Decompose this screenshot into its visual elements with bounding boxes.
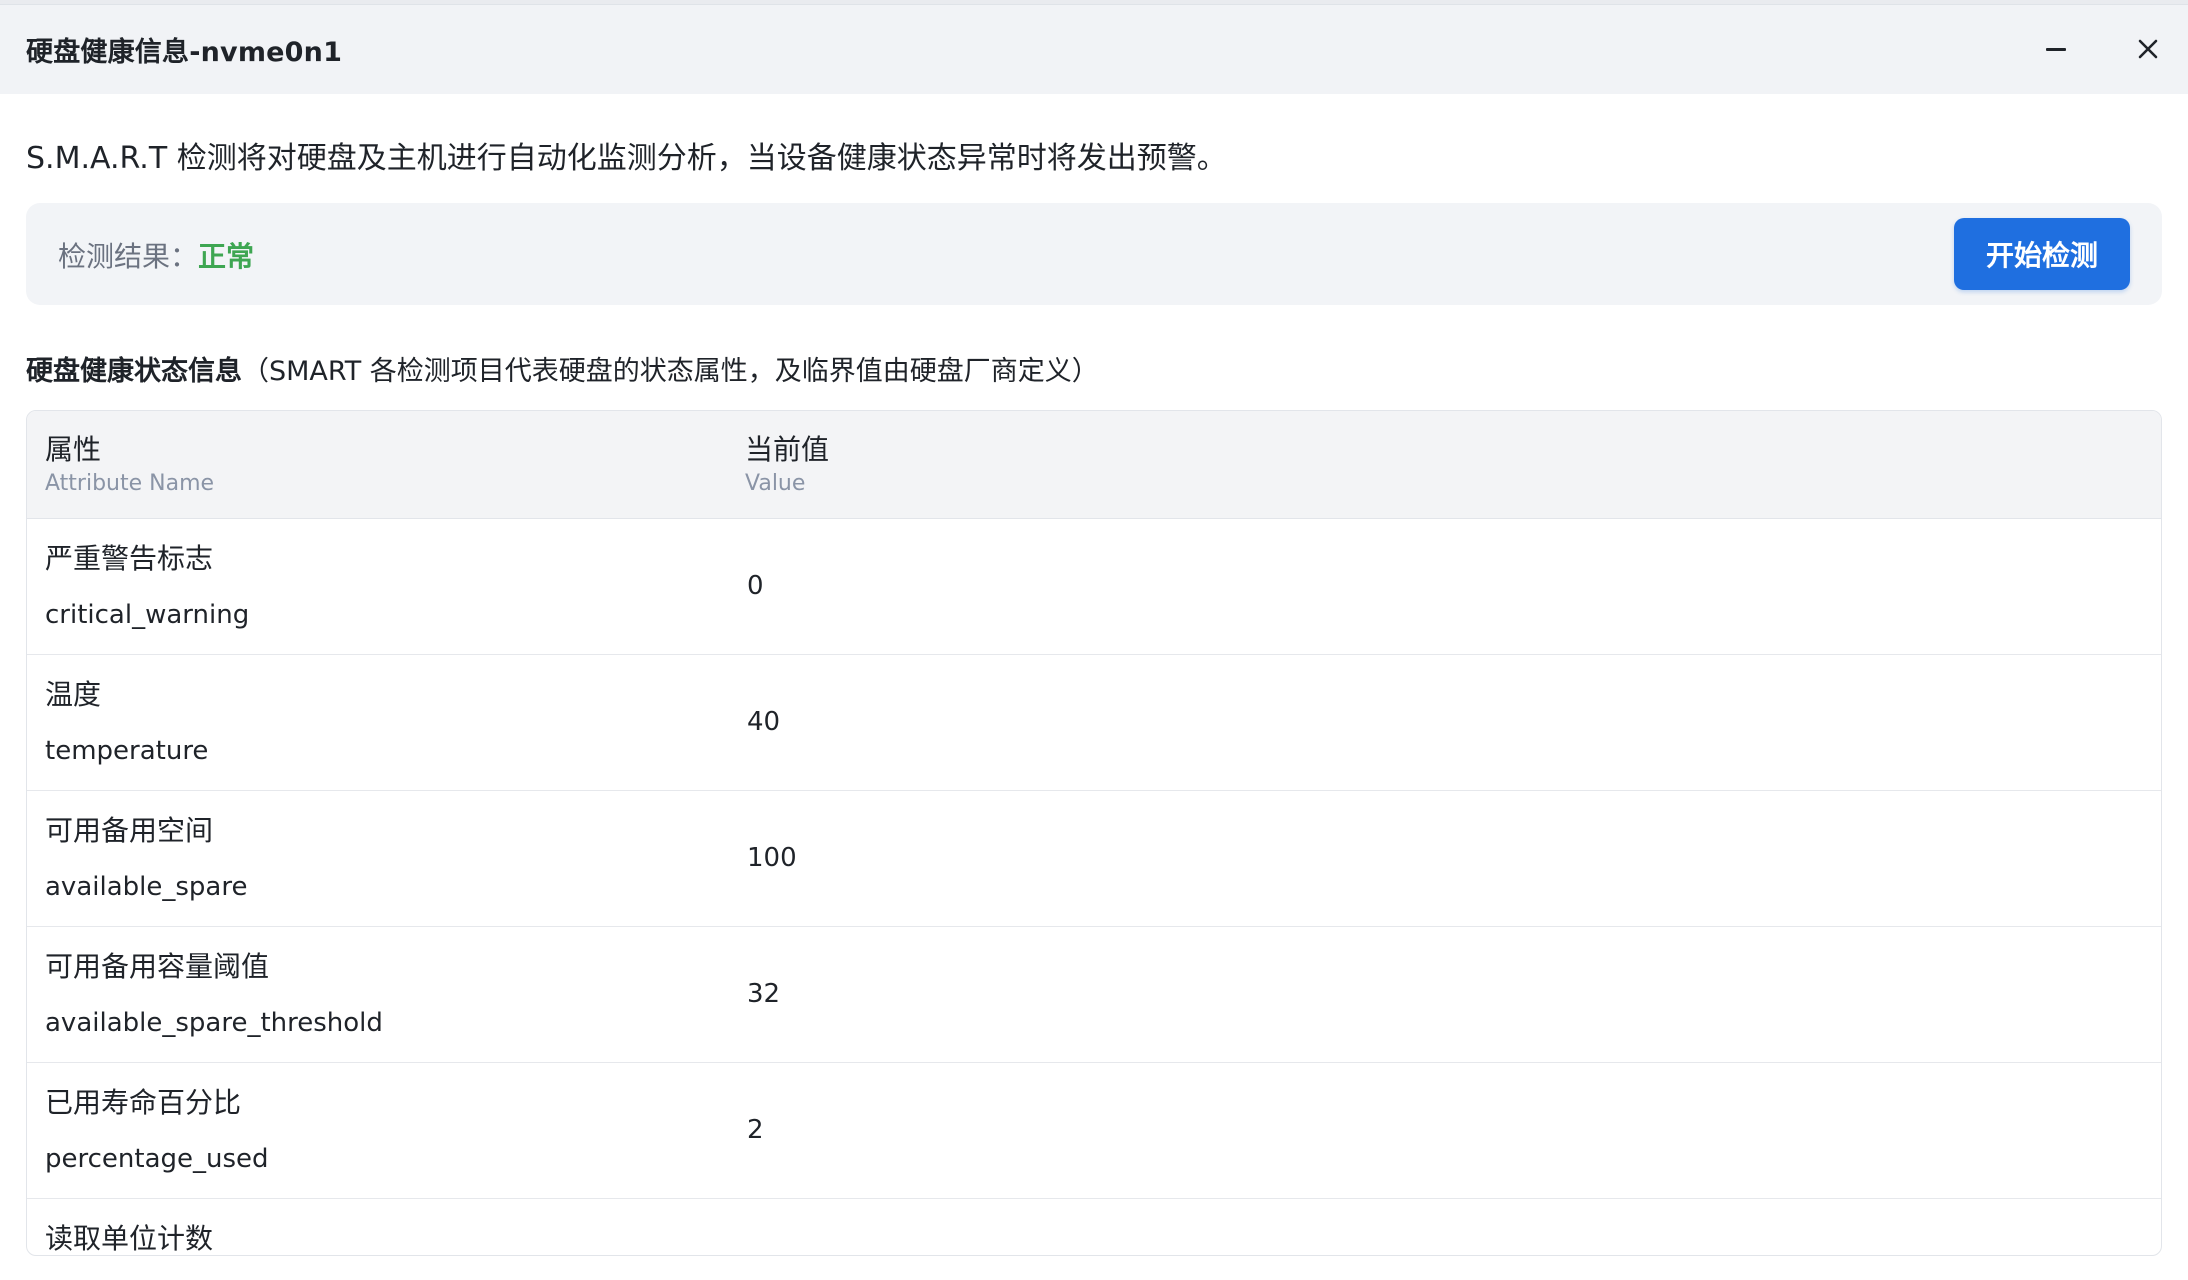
result-panel: 检测结果：正常 开始检测 bbox=[26, 203, 2162, 305]
attribute-name-en: available_spare bbox=[45, 872, 248, 902]
attribute-cell: 已用寿命百分比 percentage_used bbox=[45, 1085, 269, 1177]
result-status: 正常 bbox=[198, 240, 255, 273]
value-cell: 40 bbox=[747, 707, 781, 737]
value-cell: 100 bbox=[747, 843, 797, 873]
section-title: 硬盘健康状态信息 bbox=[26, 356, 242, 387]
smart-intro-text: S.M.A.R.T 检测将对硬盘及主机进行自动化监测分析，当设备健康状态异常时将… bbox=[26, 141, 1227, 176]
attribute-name-zh: 已用寿命百分比 bbox=[45, 1086, 242, 1119]
table-row: 严重警告标志 critical_warning 0 bbox=[27, 519, 2161, 655]
close-button[interactable] bbox=[2128, 29, 2168, 69]
column-header-zh: 属性 bbox=[45, 433, 102, 466]
attribute-name-zh: 可用备用空间 bbox=[45, 814, 214, 847]
section-heading: 硬盘健康状态信息（SMART 各检测项目代表硬盘的状态属性，及临界值由硬盘厂商定… bbox=[26, 349, 1099, 388]
attribute-name-zh: 可用备用容量阈值 bbox=[45, 950, 270, 983]
minimize-button[interactable] bbox=[2036, 29, 2076, 69]
value-cell: 32 bbox=[747, 979, 781, 1009]
value-cell: 0 bbox=[747, 571, 764, 601]
attribute-cell: 严重警告标志 critical_warning bbox=[45, 541, 249, 633]
attribute-name-en: percentage_used bbox=[45, 1144, 269, 1174]
attribute-name-en: temperature bbox=[45, 736, 209, 766]
attribute-cell: 可用备用容量阈值 available_spare_threshold bbox=[45, 949, 383, 1041]
attribute-name-en: available_spare_threshold bbox=[45, 1008, 383, 1038]
attribute-cell: 读取单位计数 bbox=[45, 1221, 214, 1255]
start-check-button[interactable]: 开始检测 bbox=[1954, 218, 2130, 290]
column-header-en: Value bbox=[745, 471, 806, 496]
table-header: 属性 Attribute Name 当前值 Value bbox=[27, 411, 2161, 519]
dialog-titlebar: 硬盘健康信息-nvme0n1 bbox=[0, 5, 2188, 94]
minimize-icon bbox=[2046, 47, 2066, 51]
table-row: 温度 temperature 40 bbox=[27, 655, 2161, 791]
dialog-title: 硬盘健康信息-nvme0n1 bbox=[26, 37, 343, 68]
table-row: 已用寿命百分比 percentage_used 2 bbox=[27, 1063, 2161, 1199]
table-row: 读取单位计数 bbox=[27, 1199, 2161, 1255]
table-row: 可用备用空间 available_spare 100 bbox=[27, 791, 2161, 927]
column-header-zh: 当前值 bbox=[745, 433, 830, 466]
attribute-cell: 可用备用空间 available_spare bbox=[45, 813, 247, 905]
attribute-name-en: critical_warning bbox=[45, 600, 250, 630]
smart-table: 属性 Attribute Name 当前值 Value 严重警告标志 criti… bbox=[26, 410, 2162, 1256]
result-label: 检测结果：正常 bbox=[58, 235, 254, 275]
attribute-name-zh: 温度 bbox=[45, 678, 102, 711]
section-note: （SMART 各检测项目代表硬盘的状态属性，及临界值由硬盘厂商定义） bbox=[242, 356, 1099, 387]
disk-health-dialog: 硬盘健康信息-nvme0n1 S.M.A.R.T 检测将对硬盘及主机进行自动化监… bbox=[0, 4, 2188, 1280]
table-row: 可用备用容量阈值 available_spare_threshold 32 bbox=[27, 927, 2161, 1063]
result-label-text: 检测结果： bbox=[58, 240, 199, 273]
column-header-en: Attribute Name bbox=[45, 471, 215, 496]
value-cell: 2 bbox=[747, 1115, 764, 1145]
close-icon bbox=[2138, 39, 2158, 59]
attribute-name-zh: 读取单位计数 bbox=[45, 1222, 214, 1255]
column-header-attribute: 属性 Attribute Name bbox=[45, 433, 214, 499]
attribute-name-zh: 严重警告标志 bbox=[45, 542, 214, 575]
attribute-cell: 温度 temperature bbox=[45, 677, 208, 769]
column-header-value: 当前值 Value bbox=[745, 433, 829, 499]
